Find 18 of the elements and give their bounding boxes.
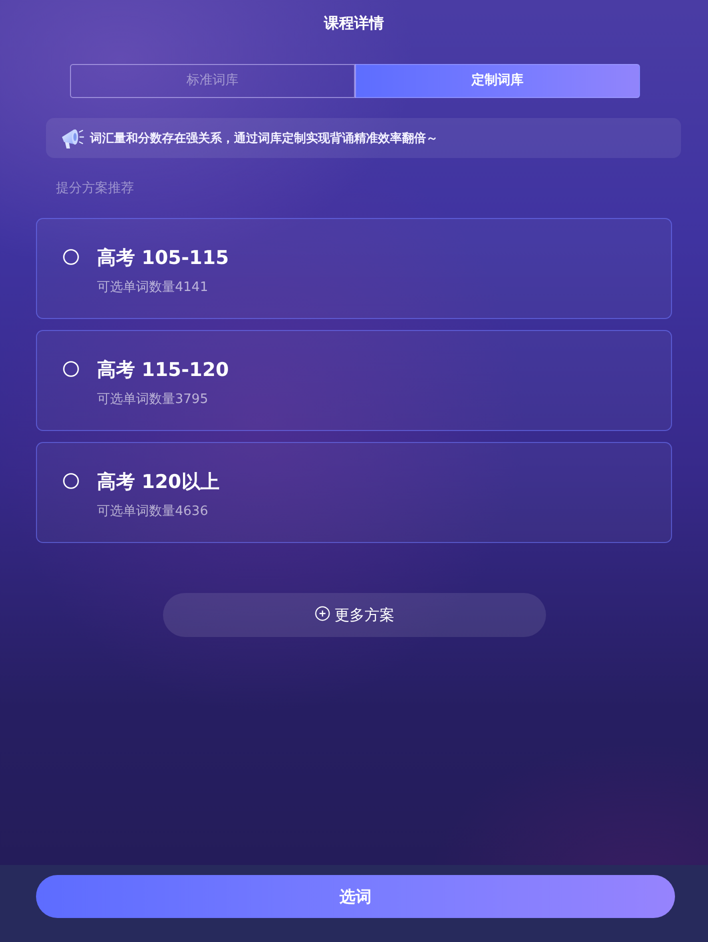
plan-card[interactable]: 高考 120以上 可选单词数量4636 xyxy=(36,442,672,543)
page-title: 课程详情 xyxy=(322,13,385,34)
plan-word-count: 可选单词数量3795 xyxy=(97,392,210,408)
section-title: 提分方案推荐 xyxy=(56,180,135,198)
radio-icon[interactable] xyxy=(63,249,79,265)
plus-circle-icon xyxy=(314,606,330,620)
plan-word-count: 可选单词数量4636 xyxy=(97,504,210,520)
plan-card[interactable]: 高考 105-115 可选单词数量4141 xyxy=(36,218,672,319)
plan-card[interactable]: 高考 115-120 可选单词数量3795 xyxy=(36,330,672,431)
plan-title: 高考 120以上 xyxy=(97,471,220,493)
radio-icon[interactable] xyxy=(63,473,79,489)
more-plans-button[interactable]: 更多方案 xyxy=(163,593,546,637)
tab[interactable]: 定制词库 xyxy=(355,64,640,98)
notice-text: 词汇量和分数存在强关系，通过词库定制实现背诵精准效率翻倍～ xyxy=(90,130,438,147)
plan-title: 高考 105-115 xyxy=(97,247,229,269)
plan-title: 高考 115-120 xyxy=(97,359,229,381)
radio-icon[interactable] xyxy=(63,361,79,377)
plan-word-count: 可选单词数量4141 xyxy=(97,280,210,296)
